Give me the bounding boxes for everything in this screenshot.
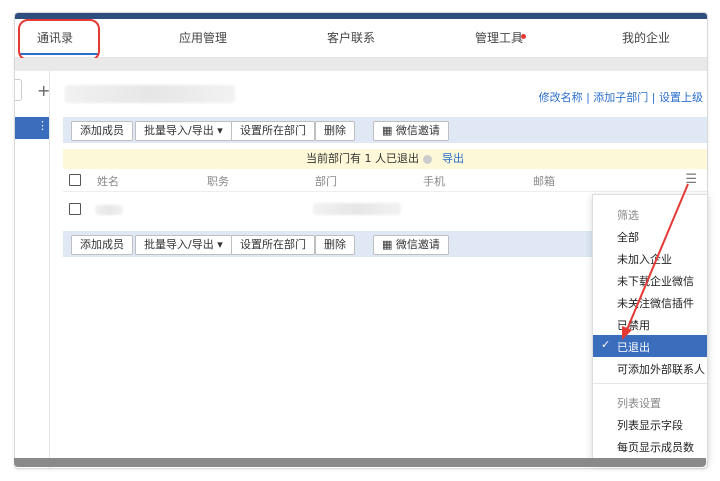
member-name-redacted [95, 205, 123, 215]
set-dept-button[interactable]: 设置所在部门 [231, 121, 315, 141]
filter-exited-label: 已退出 [617, 341, 650, 354]
list-settings-title: 列表设置 [617, 397, 661, 410]
help-icon[interactable] [423, 154, 432, 164]
export-link[interactable]: 导出 [442, 152, 464, 165]
filter-not-joined[interactable]: 未加入企业 [617, 251, 672, 267]
col-title: 职务 [207, 175, 229, 188]
qr-icon: ▦ [382, 238, 396, 251]
main-nav: 通讯录 应用管理 客户联系 管理工具 我的企业 [15, 19, 707, 58]
row-checkbox[interactable] [69, 203, 81, 215]
list-display-fields[interactable]: 列表显示字段 [617, 417, 683, 433]
wechat-invite-button[interactable]: ▦ 微信邀请 [373, 121, 449, 141]
bottom-scrollbar[interactable] [14, 458, 706, 467]
tab-customer-contact[interactable]: 客户联系 [327, 19, 375, 57]
filter-exited[interactable]: ✓ 已退出 [593, 335, 707, 357]
add-member-button[interactable]: 添加成员 [71, 235, 133, 255]
column-menu-icon[interactable]: ☰ [685, 172, 697, 187]
table-header: 姓名 职务 部门 手机 邮箱 ☰ [63, 169, 707, 192]
qr-icon: ▦ [382, 124, 396, 137]
filter-disabled[interactable]: 已禁用 [617, 317, 650, 333]
members-per-page[interactable]: 每页显示成员数 [617, 439, 694, 455]
check-icon: ✓ [601, 338, 611, 351]
add-member-button[interactable]: 添加成员 [71, 121, 133, 141]
filter-all[interactable]: 全部 [617, 229, 639, 245]
filter-dropdown: 筛选 全部 未加入企业 未下载企业微信 未关注微信插件 已禁用 ✓ 已退出 可添… [592, 194, 708, 462]
col-name: 姓名 [97, 175, 119, 188]
filter-title: 筛选 [617, 209, 639, 222]
sidebar-toggle[interactable] [15, 79, 22, 101]
set-dept-button[interactable]: 设置所在部门 [231, 235, 315, 255]
col-phone: 手机 [423, 175, 445, 188]
tab-app-management[interactable]: 应用管理 [179, 19, 227, 57]
notification-dot [521, 34, 526, 39]
filter-not-downloaded[interactable]: 未下载企业微信 [617, 273, 694, 289]
member-toolbar-top: 添加成员 批量导入/导出 ▾ 设置所在部门 删除 ▦ 微信邀请 [63, 117, 707, 143]
delete-button[interactable]: 删除 [315, 121, 355, 141]
filter-can-add-external[interactable]: 可添加外部联系人 [617, 361, 705, 377]
batch-import-export-button[interactable]: 批量导入/导出 ▾ [135, 235, 232, 255]
sidebar-selected-item[interactable]: ⋮ [15, 117, 49, 139]
dept-name-redacted [65, 85, 235, 103]
tab-my-enterprise[interactable]: 我的企业 [622, 19, 670, 57]
member-dept-redacted [313, 203, 401, 215]
add-dept-icon[interactable]: + [37, 81, 50, 100]
delete-button[interactable]: 删除 [315, 235, 355, 255]
more-icon[interactable]: ⋮ [37, 119, 48, 132]
filter-not-following[interactable]: 未关注微信插件 [617, 295, 694, 311]
notice-text: 当前部门有 1 人已退出 [306, 152, 419, 165]
select-all-checkbox[interactable] [69, 174, 81, 186]
divider-bar [15, 58, 707, 71]
wechat-invite-label: 微信邀请 [395, 124, 440, 137]
batch-import-export-button[interactable]: 批量导入/导出 ▾ [135, 121, 232, 141]
wechat-invite-button[interactable]: ▦ 微信邀请 [373, 235, 449, 255]
sidebar: + ⋮ [15, 71, 50, 468]
col-dept: 部门 [315, 175, 337, 188]
dropdown-divider [593, 383, 707, 384]
annotation-circle [18, 19, 100, 61]
col-email: 邮箱 [533, 175, 555, 188]
dept-actions[interactable]: 修改名称 | 添加子部门 | 设置上级 [539, 89, 703, 105]
tab-management-tools[interactable]: 管理工具 [475, 19, 523, 57]
wechat-invite-label: 微信邀请 [395, 238, 440, 251]
exit-notice: 当前部门有 1 人已退出 导出 [63, 149, 707, 169]
